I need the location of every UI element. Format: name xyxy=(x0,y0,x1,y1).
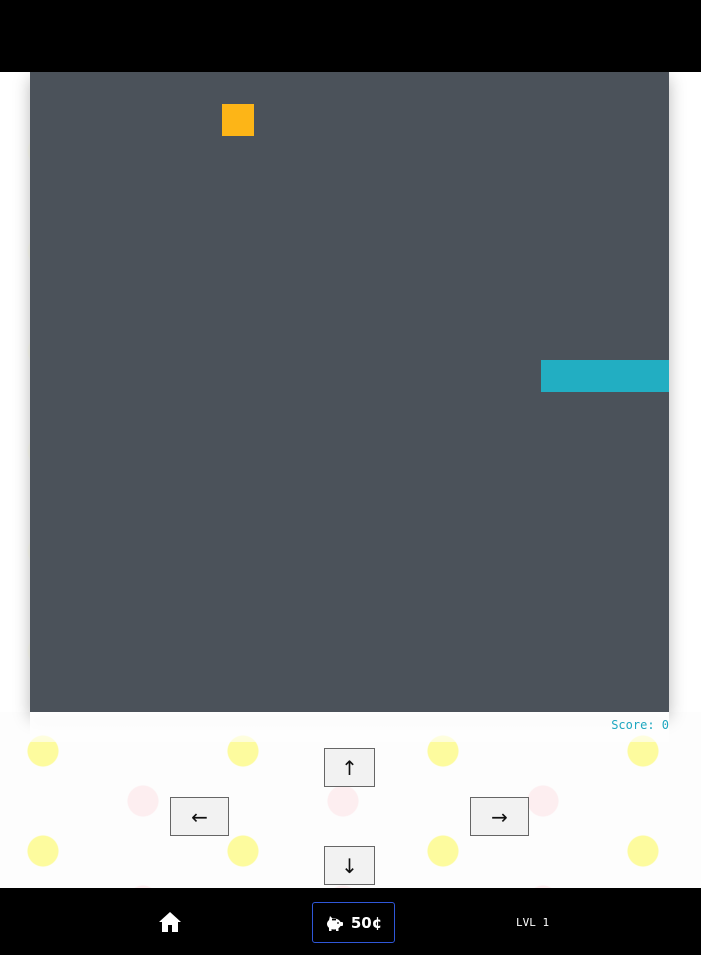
board-footer-strip xyxy=(30,712,669,742)
up-arrow-button[interactable]: ↑ xyxy=(324,748,375,787)
score-display: Score: 0 xyxy=(611,718,669,732)
coins-button[interactable]: 50¢ xyxy=(312,902,395,943)
snake-segment xyxy=(637,360,669,392)
left-margin xyxy=(0,72,30,712)
snake-segment xyxy=(573,360,606,392)
game-board xyxy=(30,72,669,712)
right-margin xyxy=(669,72,701,712)
piggy-bank-icon xyxy=(326,915,343,931)
snake-segment xyxy=(541,360,574,392)
home-button[interactable] xyxy=(158,910,182,934)
coins-value: 50¢ xyxy=(350,913,383,932)
snake-segment xyxy=(605,360,638,392)
left-arrow-button[interactable]: ← xyxy=(170,797,229,836)
right-arrow-button[interactable]: → xyxy=(470,797,529,836)
food-pellet xyxy=(221,104,254,136)
level-label: LVL 1 xyxy=(516,916,550,929)
down-arrow-button[interactable]: ↓ xyxy=(324,846,375,885)
top-bar xyxy=(0,0,701,72)
bottom-bar: 50¢ LVL 1 xyxy=(0,888,701,955)
home-icon xyxy=(159,912,181,932)
